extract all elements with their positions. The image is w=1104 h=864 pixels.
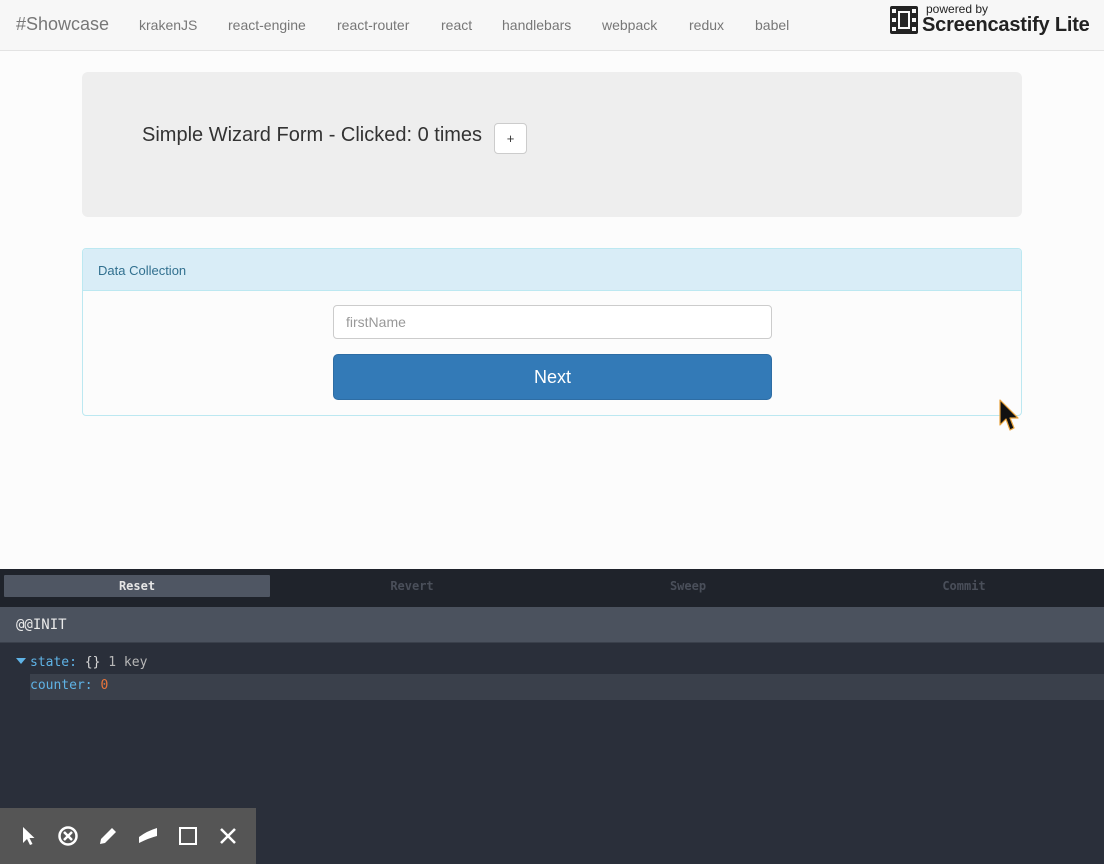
counter-key: counter: xyxy=(30,678,93,693)
reset-button[interactable]: Reset xyxy=(4,575,270,597)
next-button[interactable]: Next xyxy=(333,354,772,400)
cursor-icon[interactable] xyxy=(17,825,39,847)
nav-item-react[interactable]: react xyxy=(441,17,472,33)
state-key-count: 1 key xyxy=(108,655,148,670)
nav-item-krakenjs[interactable]: krakenJS xyxy=(139,17,197,33)
action-name: @@INIT xyxy=(16,617,67,633)
counter-row[interactable]: counter: 0 xyxy=(30,674,1104,700)
annotation-toolbar xyxy=(0,808,256,864)
nav-item-babel[interactable]: babel xyxy=(755,17,789,33)
film-icon xyxy=(890,6,918,34)
action-row[interactable]: @@INIT xyxy=(0,607,1104,643)
expand-triangle-icon[interactable] xyxy=(16,658,26,664)
screencastify-watermark: powered by Screencastify Lite xyxy=(890,2,1100,40)
data-collection-panel: Data Collection Next xyxy=(82,248,1022,416)
panel-title: Data Collection xyxy=(98,263,187,278)
state-braces: {} xyxy=(84,655,101,670)
page-title: Simple Wizard Form - Clicked: 0 times xyxy=(142,124,483,146)
increment-button[interactable]: + xyxy=(494,123,527,154)
square-icon[interactable] xyxy=(177,825,199,847)
highlighter-icon[interactable] xyxy=(137,825,159,847)
panel-heading: Data Collection xyxy=(83,249,1021,291)
firstname-input[interactable] xyxy=(333,305,772,339)
state-key: state: xyxy=(30,655,77,670)
sweep-button[interactable]: Sweep xyxy=(555,575,821,597)
navbar-brand[interactable]: #Showcase xyxy=(16,14,109,35)
nav-item-react-router[interactable]: react-router xyxy=(337,17,409,33)
state-node[interactable]: state: {} 1 key xyxy=(16,655,147,670)
pencil-icon[interactable] xyxy=(97,825,119,847)
no-entry-icon[interactable] xyxy=(57,825,79,847)
mouse-pointer-icon xyxy=(999,399,1019,431)
nav-item-react-engine[interactable]: react-engine xyxy=(228,17,306,33)
watermark-brand: Screencastify Lite xyxy=(922,14,1090,36)
top-navbar: #Showcase krakenJS react-engine react-ro… xyxy=(0,0,1104,51)
jumbotron: Simple Wizard Form - Clicked: 0 times + xyxy=(82,72,1022,217)
counter-value: 0 xyxy=(100,678,109,693)
close-icon[interactable] xyxy=(217,825,239,847)
nav-item-webpack[interactable]: webpack xyxy=(602,17,657,33)
state-tree: state: {} 1 key counter: 0 xyxy=(0,643,1104,703)
nav-item-redux[interactable]: redux xyxy=(689,17,724,33)
devtools-toolbar: Reset Revert Sweep Commit xyxy=(0,569,1104,607)
nav-item-handlebars[interactable]: handlebars xyxy=(502,17,571,33)
revert-button[interactable]: Revert xyxy=(279,575,545,597)
commit-button[interactable]: Commit xyxy=(831,575,1097,597)
